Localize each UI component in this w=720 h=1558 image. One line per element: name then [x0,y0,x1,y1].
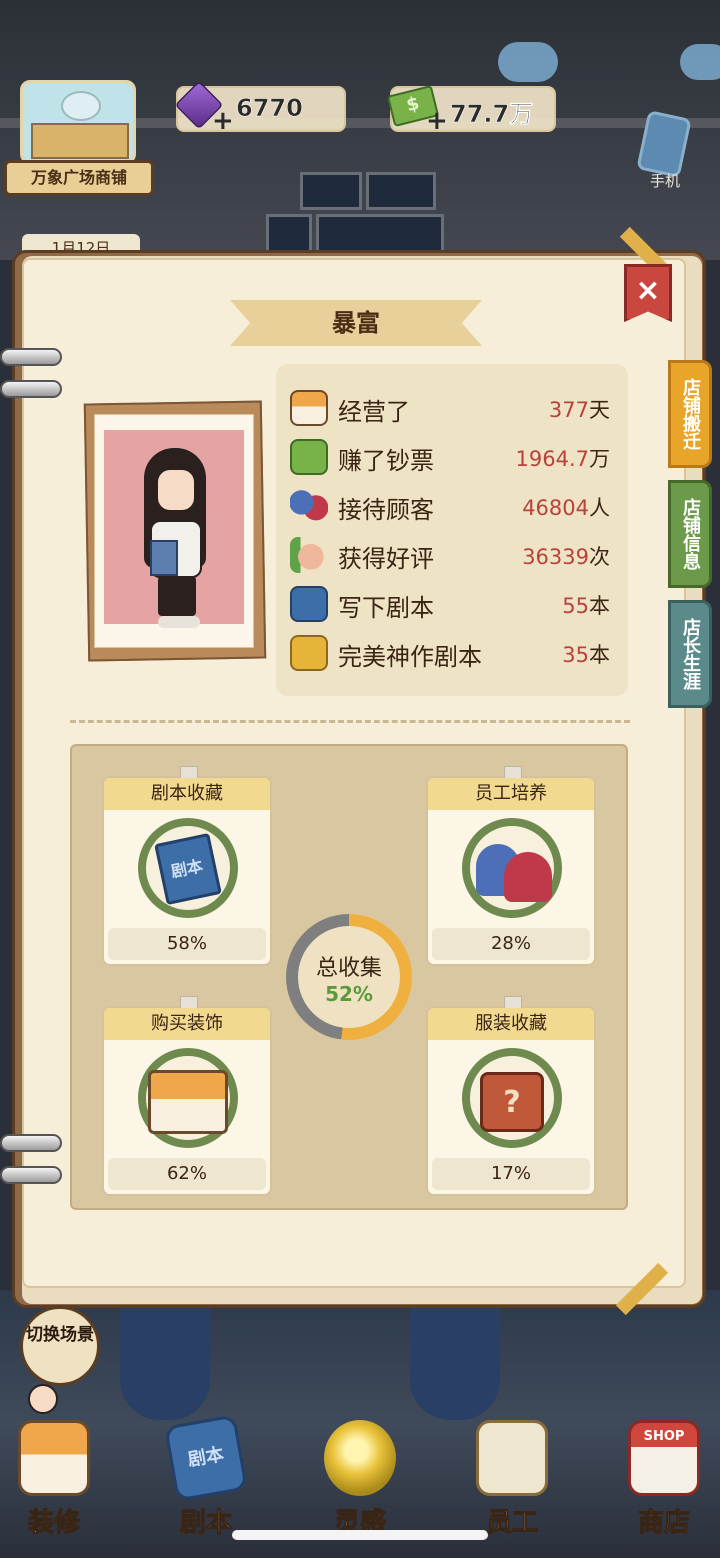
gem-counter[interactable]: + 6770 [174,80,346,136]
collection-card-outfits[interactable]: 服装收藏 ? 17% [426,996,596,1196]
stat-row-masterpieces: 完美神作剧本 35本 [290,633,620,673]
money-counter[interactable]: + 77.7万 [386,84,556,136]
close-icon: × [635,273,661,308]
house-icon [148,1070,228,1134]
nav-inspiration[interactable]: 灵感 [310,1420,410,1540]
card-title: 购买装饰 [104,1008,270,1040]
binder-ring [0,1166,62,1184]
house-icon [290,390,328,426]
stat-value: 377天 [548,398,610,422]
avatar [28,1384,58,1414]
cloud-icon [498,42,558,82]
shop-name[interactable]: 万象广场商铺 [4,160,154,196]
shirt-icon: ? [480,1072,544,1132]
stat-label: 获得好评 [338,545,434,573]
phone-label[interactable]: 手机 [650,170,680,191]
home-indicator[interactable] [232,1530,488,1540]
idea-bulb-icon [324,1420,396,1496]
stat-row-scripts: 写下剧本 55本 [290,584,620,624]
thumbs-up-icon [290,537,328,573]
stat-label: 完美神作剧本 [338,643,482,671]
total-percent: 52% [325,982,373,1006]
wall-picture [266,214,312,254]
panel-title: 暴富 [332,309,380,337]
elephant-icon [61,91,101,121]
gold-script-icon [290,635,328,671]
nav-staff[interactable]: 员工 [462,1420,562,1540]
binder-ring [0,348,62,366]
card-title: 服装收藏 [428,1008,594,1040]
card-percent: 62% [108,1158,266,1190]
stat-label: 接待顾客 [338,496,434,524]
stat-row-days: 经营了 377天 [290,388,620,428]
tab-label: 店长生涯 [680,618,701,690]
nav-decorate[interactable]: 装修 [4,1420,104,1540]
curtain [410,1300,500,1420]
tab-shop-relocation[interactable]: 店铺搬迁 [668,360,712,468]
tab-label: 店铺信息 [680,498,701,570]
card-percent: 58% [108,928,266,960]
nav-label: 装修 [27,1508,80,1539]
money-icon [290,439,328,475]
dashed-divider [70,720,630,723]
money-count: 77.7万 [450,100,534,129]
add-money-icon[interactable]: + [426,106,448,136]
total-label: 总收集 [315,956,382,981]
stat-row-money: 赚了钞票 1964.7万 [290,437,620,477]
building-icon [31,123,129,159]
card-percent: 17% [432,1158,590,1190]
nav-scripts[interactable]: 剧本 剧本 [156,1414,256,1540]
collection-card-scripts[interactable]: 剧本收藏 剧本 58% [102,766,272,966]
shop-icon: SHOP [628,1420,700,1496]
card-title: 员工培养 [428,778,594,810]
stat-row-reviews: 获得好评 36339次 [290,535,620,575]
stat-value: 1964.7万 [515,447,610,471]
add-gems-icon[interactable]: + [212,106,234,136]
stat-label: 写下剧本 [338,594,434,622]
script-book-icon: 剧本 [163,1414,249,1502]
binder-ring [0,380,62,398]
script-book-icon [290,586,328,622]
stat-value: 36339次 [522,545,610,569]
people-icon [290,488,328,524]
nav-label: 商店 [637,1508,690,1539]
card-percent: 28% [432,928,590,960]
wall-picture [300,172,362,210]
people-icon [504,852,552,902]
character-pants [158,576,196,616]
character-face [158,470,194,510]
tab-manager-career[interactable]: 店长生涯 [668,600,712,708]
tab-label: 店铺搬迁 [680,378,701,450]
character-book [150,540,178,576]
switch-scene-button[interactable]: 切换场景 [20,1306,100,1386]
staff-card-icon [476,1420,548,1496]
stat-label: 经营了 [338,398,410,426]
wall-picture [316,214,444,254]
collection-card-decor[interactable]: 购买装饰 62% [102,996,272,1196]
stat-value: 46804人 [522,496,610,520]
collection-card-staff[interactable]: 员工培养 28% [426,766,596,966]
stat-label: 赚了钞票 [338,447,434,475]
wall-picture [366,172,436,210]
cloud-icon [680,44,720,80]
gem-count: 6770 [236,94,303,123]
character-shoes [158,616,200,628]
stat-value: 55本 [562,594,610,618]
decor-icon [18,1420,90,1496]
stat-value: 35本 [562,643,610,667]
binder-ring [0,1134,62,1152]
stat-row-customers: 接待顾客 46804人 [290,486,620,526]
nav-shop[interactable]: SHOP 商店 [614,1420,714,1540]
tab-shop-info[interactable]: 店铺信息 [668,480,712,588]
card-title: 剧本收藏 [104,778,270,810]
curtain [120,1300,210,1420]
shop-badge[interactable] [20,80,136,164]
